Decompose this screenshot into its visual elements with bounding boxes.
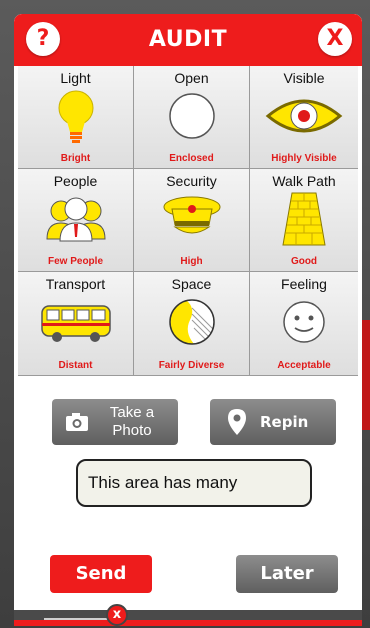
repin-label: Repin	[260, 413, 309, 431]
audit-cell-value: Few People	[47, 256, 103, 267]
audit-dialog: ? AUDIT X Light Bright Open Enclosed Vis…	[14, 14, 362, 626]
audit-cell-transport[interactable]: Transport Distant	[18, 272, 134, 376]
audit-cell-title: Walk Path	[272, 173, 336, 189]
eye-icon	[265, 99, 343, 133]
audit-cell-space[interactable]: Space Fairly Diverse	[134, 272, 250, 376]
background-content-edge	[362, 320, 370, 430]
dismiss-button[interactable]: x	[106, 604, 128, 626]
audit-cell-title: Transport	[45, 276, 106, 292]
audit-cell-value: Highly Visible	[271, 153, 337, 164]
audit-cell-title: Space	[171, 276, 212, 292]
audit-cell-security[interactable]: Security High	[134, 169, 250, 272]
take-photo-label: Take a Photo	[109, 404, 155, 439]
take-photo-button[interactable]: Take a Photo	[52, 399, 178, 445]
close-button[interactable]: X	[318, 22, 352, 56]
dialog-header: ? AUDIT X	[14, 14, 362, 66]
audit-grid: Light Bright Open Enclosed Visible Highl…	[18, 66, 358, 376]
brick-path-icon	[282, 192, 326, 246]
audit-cell-title: Feeling	[281, 276, 327, 292]
audit-cell-title: Visible	[283, 70, 325, 86]
audit-cell-title: Open	[174, 70, 209, 86]
audit-cell-light[interactable]: Light Bright	[18, 66, 134, 169]
audit-cell-title: Light	[60, 70, 91, 86]
space-icon	[168, 299, 215, 345]
audit-cell-title: Security	[166, 173, 217, 189]
audit-cell-value: Enclosed	[169, 153, 214, 164]
repin-button[interactable]: Repin	[210, 399, 336, 445]
audit-cell-value: Bright	[60, 153, 91, 164]
map-pin-icon	[228, 409, 246, 435]
audit-cell-value: Distant	[58, 360, 93, 371]
audit-cell-value: Fairly Diverse	[158, 360, 225, 371]
smiley-icon	[283, 301, 325, 343]
dialog-title: AUDIT	[148, 27, 228, 52]
audit-cell-open[interactable]: Open Enclosed	[134, 66, 250, 169]
security-cap-icon	[163, 196, 220, 234]
circle-icon	[168, 93, 215, 139]
camera-icon	[66, 413, 88, 431]
later-button[interactable]: Later	[236, 555, 338, 593]
audit-cell-value: Acceptable	[277, 360, 331, 371]
audit-cell-value: High	[180, 256, 203, 267]
audit-cell-feeling[interactable]: Feeling Acceptable	[250, 272, 358, 376]
audit-cell-value: Good	[290, 256, 318, 267]
lightbulb-icon	[58, 90, 93, 143]
audit-cell-title: People	[53, 173, 98, 189]
people-icon	[45, 197, 106, 242]
comment-input[interactable]: This area has many	[76, 459, 312, 507]
send-button[interactable]: Send	[50, 555, 152, 593]
audit-cell-visible[interactable]: Visible Highly Visible	[250, 66, 358, 169]
audit-cell-people[interactable]: People Few People	[18, 169, 134, 272]
bus-icon	[40, 305, 111, 342]
audit-cell-walk-path[interactable]: Walk Path Good	[250, 169, 358, 272]
bottom-accent-bar	[14, 620, 362, 626]
